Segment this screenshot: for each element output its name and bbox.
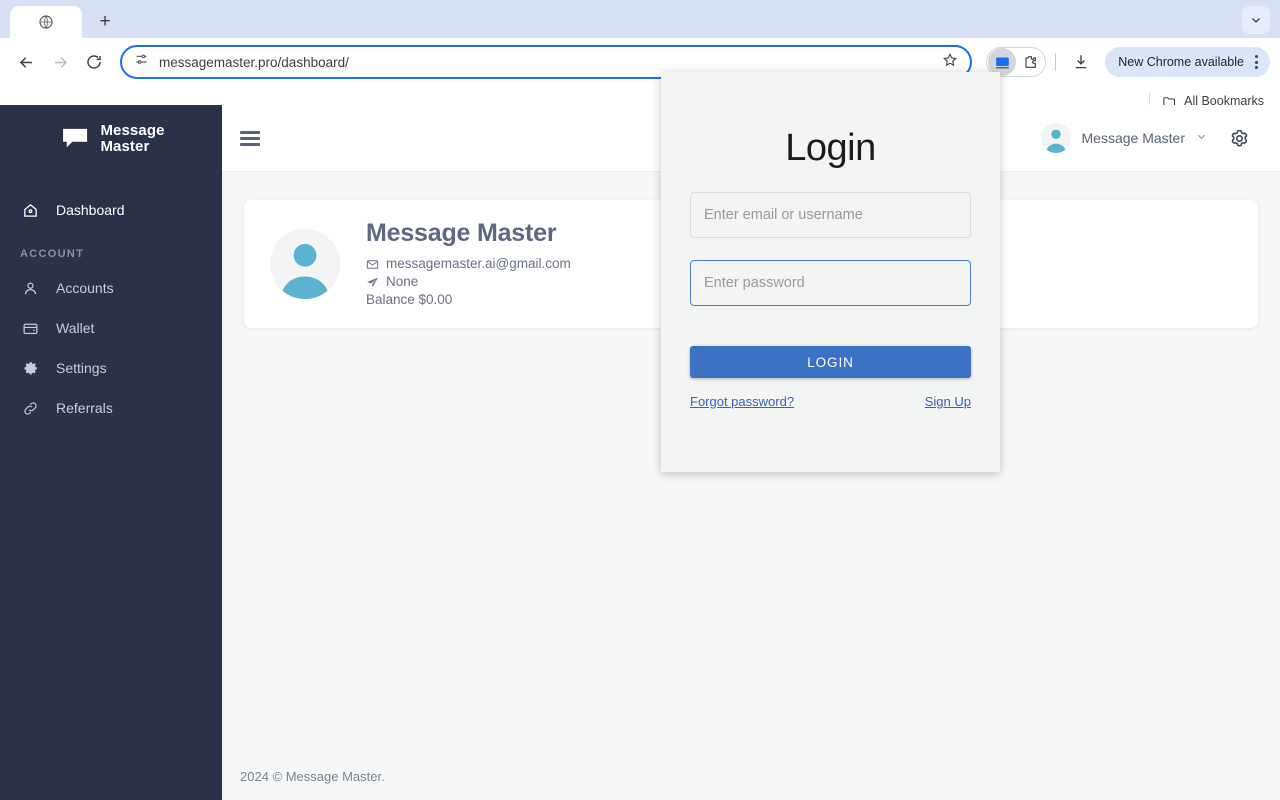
- tab-strip: +: [0, 0, 1280, 38]
- user-name-label: Message Master: [1081, 130, 1185, 146]
- avatar: [1040, 123, 1071, 153]
- brand-line-2: Master: [100, 137, 150, 155]
- new-tab-label: +: [99, 10, 111, 32]
- star-icon[interactable]: [942, 52, 958, 73]
- toolbar-divider: [1055, 53, 1057, 71]
- forward-button[interactable]: [44, 46, 76, 78]
- sidebar-item-label: Wallet: [56, 320, 95, 336]
- chrome-update-pill[interactable]: New Chrome available: [1105, 47, 1270, 77]
- hamburger-icon[interactable]: [240, 130, 260, 146]
- sidebar-item-wallet[interactable]: Wallet: [0, 308, 222, 348]
- user-menu[interactable]: Message Master: [1040, 123, 1207, 153]
- avatar-icon: [280, 243, 330, 299]
- profile-telegram-row: None: [366, 273, 571, 291]
- envelope-icon: [366, 258, 379, 271]
- sidebar-item-accounts[interactable]: Accounts: [0, 268, 222, 308]
- sidebar: Message Master Dashboard ACCOUNT Account…: [0, 105, 222, 800]
- sign-up-link[interactable]: Sign Up: [925, 394, 971, 409]
- brand-logo[interactable]: Message Master: [0, 105, 222, 172]
- page-footer: 2024 © Message Master.: [222, 752, 1280, 800]
- extensions-icon: [1025, 56, 1037, 68]
- browser-toolbar: messagemaster.pro/dashboard/ New Chrome …: [0, 38, 1280, 86]
- login-title: Login: [785, 127, 876, 169]
- chevron-down-icon: [1196, 131, 1207, 145]
- sidebar-item-label: Referrals: [56, 400, 113, 416]
- download-icon: [1075, 55, 1087, 69]
- login-button-label: LOGIN: [807, 354, 854, 370]
- username-placeholder: Enter email or username: [704, 207, 863, 223]
- extensions-button[interactable]: [1016, 48, 1044, 76]
- sidebar-item-settings[interactable]: Settings: [0, 348, 222, 388]
- gear-icon: [1231, 129, 1248, 146]
- forward-arrow-icon: [54, 56, 67, 68]
- new-tab-button[interactable]: +: [90, 6, 120, 36]
- forgot-password-link[interactable]: Forgot password?: [690, 394, 794, 409]
- url-text: messagemaster.pro/dashboard/: [159, 54, 349, 70]
- username-input[interactable]: Enter email or username: [690, 192, 971, 238]
- sidebar-item-referrals[interactable]: Referrals: [0, 388, 222, 428]
- profile-email: messagemaster.ai@gmail.com: [386, 256, 571, 272]
- downloads-button[interactable]: [1065, 46, 1097, 78]
- update-label: New Chrome available: [1118, 55, 1244, 69]
- profile-name: Message Master: [366, 219, 557, 248]
- paper-plane-icon: [366, 276, 379, 289]
- sidebar-item-label: Accounts: [56, 280, 114, 296]
- sidebar-section-account: ACCOUNT: [20, 248, 85, 260]
- login-modal: Login Enter email or username Enter pass…: [661, 72, 1000, 472]
- footer-copyright: 2024 © Message Master.: [240, 768, 385, 784]
- brand-text: Message Master: [100, 121, 165, 155]
- sidebar-nav: Dashboard ACCOUNT Accounts Wallet Settin…: [0, 172, 222, 428]
- speech-bubble-icon: [63, 128, 88, 147]
- login-links: Forgot password? Sign Up: [690, 394, 971, 409]
- home-icon: [20, 202, 40, 219]
- globe-icon: [38, 14, 54, 30]
- chevron-down-icon: [1252, 18, 1260, 23]
- password-input[interactable]: Enter password: [690, 260, 971, 306]
- profile-details: Message Master messagemaster.ai@gmail.co…: [366, 219, 571, 308]
- wallet-icon: [20, 320, 40, 337]
- kebab-menu-icon[interactable]: [1251, 55, 1262, 69]
- sidebar-item-label: Dashboard: [56, 202, 125, 218]
- avatar-icon: [1045, 129, 1066, 153]
- link-icon: [20, 400, 40, 417]
- reload-icon: [87, 55, 101, 69]
- back-button[interactable]: [10, 46, 42, 78]
- back-arrow-icon: [19, 56, 32, 68]
- password-placeholder: Enter password: [704, 275, 805, 291]
- sidebar-item-dashboard[interactable]: Dashboard: [0, 190, 222, 230]
- tune-icon[interactable]: [134, 52, 149, 72]
- profile-balance: Balance $0.00: [366, 291, 453, 307]
- browser-window: + messagemaster.pro/dashboard/ New Chrom…: [0, 0, 1280, 800]
- screencast-icon: [995, 57, 1009, 68]
- login-submit-button[interactable]: LOGIN: [690, 346, 971, 378]
- profile-avatar: [270, 229, 340, 299]
- browser-tab[interactable]: [10, 6, 82, 38]
- sidebar-item-label: Settings: [56, 360, 107, 376]
- profile-email-row: messagemaster.ai@gmail.com: [366, 255, 571, 273]
- page-viewport: Message Master Dashboard ACCOUNT Account…: [0, 105, 1280, 800]
- reload-button[interactable]: [78, 46, 110, 78]
- tab-search-button[interactable]: [1242, 6, 1270, 34]
- profile-telegram: None: [386, 274, 419, 290]
- brand-line-1: Message: [100, 121, 165, 139]
- toolbar-actions: New Chrome available: [982, 46, 1270, 78]
- header-settings-button[interactable]: [1229, 128, 1250, 149]
- person-icon: [20, 280, 40, 297]
- gear-icon: [20, 360, 40, 377]
